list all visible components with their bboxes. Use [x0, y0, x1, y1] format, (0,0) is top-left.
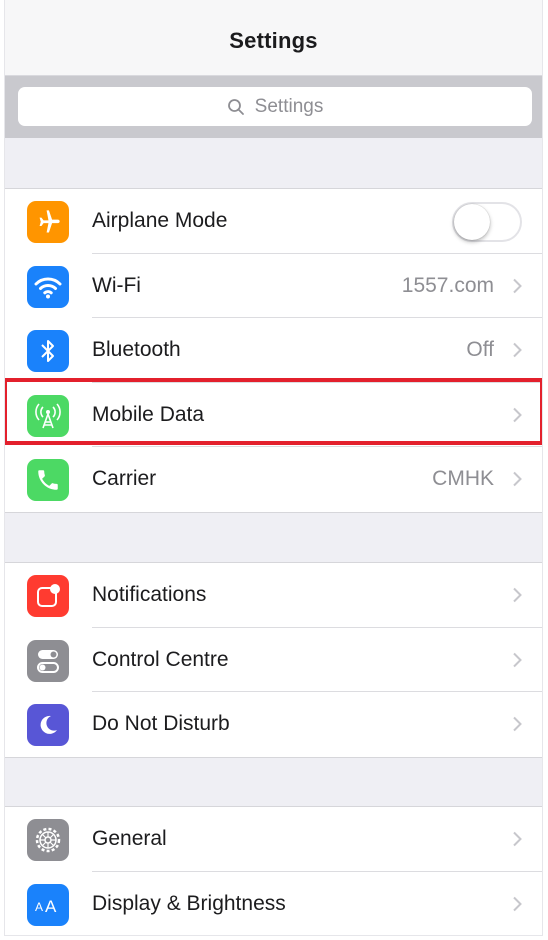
chevron-right-icon [512, 383, 522, 448]
toggle-knob [454, 204, 490, 240]
gear-icon [27, 819, 69, 861]
chevron-right-icon [512, 254, 522, 319]
chevron-right-icon [512, 563, 522, 628]
chevron-right-icon [512, 447, 522, 512]
airplane-mode-toggle[interactable] [452, 202, 522, 242]
row-carrier[interactable]: Carrier CMHK [5, 447, 542, 512]
page-title: Settings [229, 28, 318, 53]
antenna-icon [27, 394, 69, 437]
row-general[interactable]: General [5, 807, 542, 872]
row-label: Control Centre [92, 647, 229, 671]
display-brightness-icon: A A [27, 883, 69, 926]
navigation-bar: Settings [5, 0, 542, 76]
control-centre-icon [27, 639, 69, 682]
row-label: Display & Brightness [92, 891, 286, 915]
chevron-right-icon [512, 807, 522, 872]
chevron-right-icon [512, 692, 522, 757]
row-label: Do Not Disturb [92, 712, 230, 736]
settings-screen: Settings Settings Airplane Mode Wi-Fi 15… [4, 0, 543, 936]
moon-icon [27, 704, 69, 746]
chevron-right-icon [512, 628, 522, 693]
settings-group-notifications: Notifications Control Centre Do Not Dist… [5, 562, 542, 758]
wifi-icon [27, 265, 69, 308]
svg-text:A: A [35, 900, 43, 914]
chevron-right-icon [512, 318, 522, 383]
svg-text:A: A [45, 897, 57, 916]
row-do-not-disturb[interactable]: Do Not Disturb [5, 692, 542, 757]
row-mobile-data[interactable]: Mobile Data [5, 383, 542, 448]
airplane-icon [27, 201, 69, 243]
search-placeholder: Settings [254, 95, 324, 117]
row-label: Notifications [92, 583, 207, 607]
chevron-right-icon [512, 872, 522, 936]
settings-group-connectivity: Airplane Mode Wi-Fi 1557.com Bluetooth O… [5, 188, 542, 513]
phone-icon [27, 459, 69, 501]
bluetooth-status-value: Off [466, 338, 494, 362]
wifi-network-value: 1557.com [401, 273, 494, 297]
row-airplane-mode: Airplane Mode [5, 189, 542, 254]
search-icon [227, 98, 244, 115]
row-label: General [92, 827, 167, 851]
settings-group-general: General A A Display & Brightness [5, 806, 542, 936]
row-label: Airplane Mode [92, 209, 228, 233]
row-label: Wi-Fi [92, 273, 141, 297]
row-notifications[interactable]: Notifications [5, 563, 542, 628]
carrier-value: CMHK [432, 467, 494, 491]
row-label: Bluetooth [92, 338, 181, 362]
row-label: Carrier [92, 467, 157, 491]
bluetooth-icon [27, 330, 69, 372]
row-display-brightness[interactable]: A A Display & Brightness [5, 872, 542, 936]
row-wifi[interactable]: Wi-Fi 1557.com [5, 254, 542, 319]
row-control-centre[interactable]: Control Centre [5, 628, 542, 693]
search-bar: Settings [5, 76, 542, 138]
notifications-icon [27, 575, 69, 617]
row-label: Mobile Data [92, 402, 205, 426]
row-bluetooth[interactable]: Bluetooth Off [5, 318, 542, 383]
search-input[interactable]: Settings [18, 87, 532, 126]
